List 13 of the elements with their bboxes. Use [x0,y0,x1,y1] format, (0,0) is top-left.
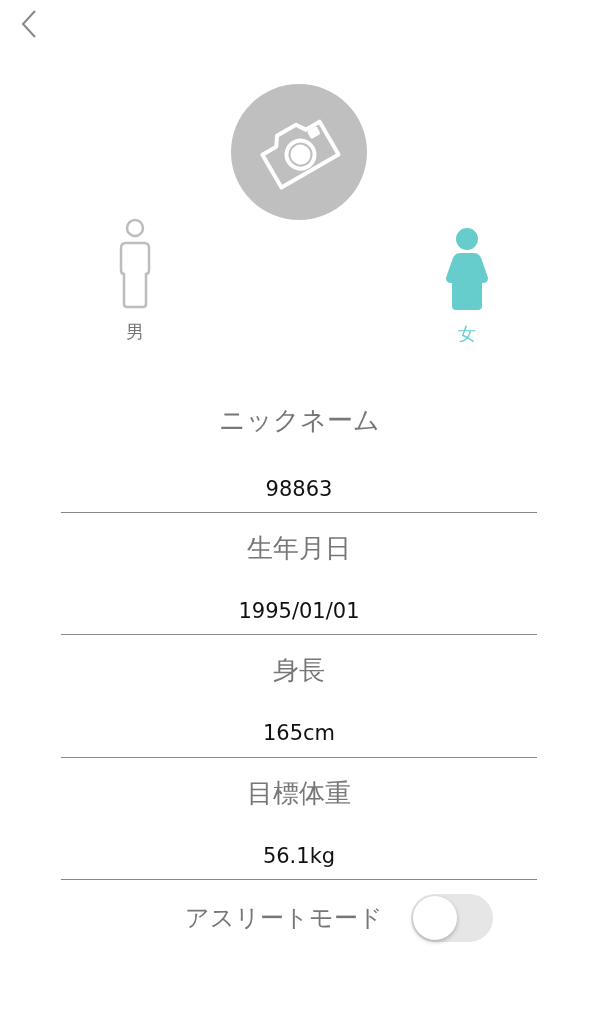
field-label: 目標体重 [246,776,352,806]
athlete-mode-toggle[interactable] [411,893,493,942]
gender-option[interactable]: 男 [118,218,152,347]
field-label: ニックネーム [217,404,381,433]
male-figure-icon [118,218,152,310]
field-value[interactable]: 165cm [61,683,537,757]
field-label: 生年月日 [246,532,352,562]
field-value[interactable]: 1995/01/01 [61,561,537,635]
athlete-mode-label: アスリートモード [185,902,383,934]
field-label: 身長 [272,654,326,684]
field-value[interactable]: 98863 [61,433,537,513]
field-value[interactable]: 56.1kg [61,805,537,879]
female-figure-icon [446,228,488,312]
